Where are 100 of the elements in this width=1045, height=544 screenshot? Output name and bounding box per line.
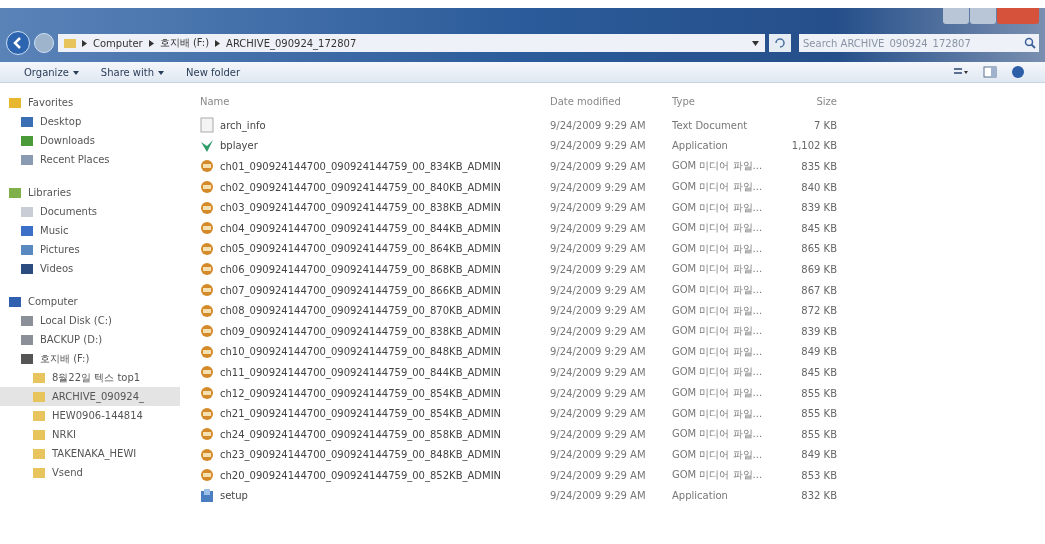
sidebar-item[interactable]: Computer bbox=[0, 292, 180, 311]
type-cell-text: GOM 미디어 파일... bbox=[672, 447, 764, 462]
search-field[interactable]: Search ARCHIVE_090924_172807 bbox=[799, 34, 1021, 52]
column-header[interactable]: Date modified bbox=[550, 95, 672, 107]
sidebar-item[interactable]: HEW0906-144814 bbox=[0, 406, 180, 425]
type-cell-text: GOM 미디어 파일... bbox=[672, 344, 764, 359]
size-cell-text: 855 KB bbox=[800, 428, 837, 440]
date-cell-text: 9/24/2009 9:29 AM bbox=[550, 181, 647, 193]
sidebar-item[interactable]: Music bbox=[0, 221, 180, 240]
file-name[interactable]: ch04_090924144700_090924144759_00_844KB_ADMIN bbox=[220, 222, 502, 234]
size-cell-text: 849 KB bbox=[800, 346, 837, 358]
sidebar-item[interactable]: Local Disk (C:) bbox=[0, 311, 180, 330]
file-name[interactable]: ch06_090924144700_090924144759_00_868KB_ADMIN bbox=[220, 263, 502, 275]
file-name[interactable]: ch01_090924144700_090924144759_00_834KB_ADMIN bbox=[220, 161, 502, 172]
date-cell-text: 9/24/2009 9:29 AM bbox=[550, 469, 647, 481]
type-cell-text: GOM 미디어 파일... bbox=[672, 406, 764, 421]
sidebar-item[interactable]: 호지배 (F:) bbox=[0, 349, 180, 368]
date-cell-text: 9/24/2009 9:29 AM bbox=[550, 428, 647, 440]
chevron-icon bbox=[82, 39, 87, 47]
file-name[interactable]: ch07_090924144700_090924144759_00_866KB_ADMIN bbox=[220, 284, 502, 296]
file-name[interactable]: ch08_090924144700_090924144759_00_870KB_ADMIN bbox=[220, 305, 502, 317]
breadcrumb[interactable]: Computer bbox=[93, 37, 143, 49]
toolbar-button[interactable]: Share with bbox=[96, 64, 169, 80]
sidebar-item[interactable]: BACKUP (D:) bbox=[0, 330, 180, 349]
size-cell-text: 832 KB bbox=[800, 490, 837, 502]
folder-icon bbox=[32, 447, 46, 460]
media-file-icon bbox=[200, 158, 214, 175]
column-header[interactable]: Type bbox=[672, 95, 782, 107]
breadcrumb[interactable]: ARCHIVE_090924_172807 bbox=[226, 37, 357, 49]
dropdown-arrow-icon[interactable] bbox=[752, 40, 759, 46]
type-cell-text: GOM 미디어 파일... bbox=[672, 159, 764, 174]
sidebar-item[interactable]: Videos bbox=[0, 259, 180, 278]
file-name[interactable]: ch05_090924144700_090924144759_00_864KB_ADMIN bbox=[220, 243, 502, 255]
preview-pane-icon[interactable] bbox=[983, 66, 997, 78]
toolbar-button[interactable]: Organize bbox=[20, 64, 83, 80]
back-button[interactable] bbox=[6, 31, 30, 55]
file-name[interactable]: bplayer bbox=[220, 140, 258, 152]
file-name[interactable]: ch02_090924144700_090924144759_00_840KB_ADMIN bbox=[220, 181, 502, 193]
search-icon[interactable] bbox=[1021, 34, 1039, 52]
chevron-icon bbox=[148, 39, 154, 47]
date-cell-text: 9/24/2009 9:29 AM bbox=[550, 387, 647, 399]
size-cell-text: 869 KB bbox=[800, 263, 837, 275]
file-name[interactable]: ch11_090924144700_090924144759_00_844KB_ADMIN bbox=[220, 366, 502, 378]
address-bar[interactable]: Computer 호지배 (F:) ARCHIVE_090924_172807 bbox=[58, 34, 765, 52]
size-cell-text: 855 KB bbox=[800, 408, 837, 420]
sidebar-item[interactable]: Libraries bbox=[0, 183, 180, 202]
sidebar-item[interactable]: Favorites bbox=[0, 93, 180, 112]
file-name[interactable]: ch21_090924144700_090924144759_00_854KB_ADMIN bbox=[220, 408, 502, 420]
size-cell-text: 1,102 KB bbox=[790, 140, 837, 152]
size-cell-text: 845 KB bbox=[800, 222, 837, 234]
media-file-icon bbox=[200, 240, 214, 257]
refresh-button[interactable] bbox=[769, 34, 791, 52]
forward-button[interactable] bbox=[34, 33, 54, 53]
folder-icon bbox=[32, 390, 46, 403]
file-name[interactable]: ch20_090924144700_090924144759_00_852KB_ADMIN bbox=[220, 469, 502, 481]
file-name[interactable]: ch03_090924144700_090924144759_00_838KB_ADMIN bbox=[220, 202, 502, 214]
date-cell-text: 9/24/2009 9:29 AM bbox=[550, 408, 647, 420]
column-header[interactable]: Name bbox=[200, 95, 550, 107]
size-cell-text: 835 KB bbox=[800, 161, 837, 172]
type-cell-text: GOM 미디어 파일... bbox=[672, 283, 764, 298]
date-cell-text: 9/24/2009 9:29 AM bbox=[550, 243, 647, 255]
column-header[interactable]: Size bbox=[782, 95, 837, 107]
file-name[interactable]: ch12_090924144700_090924144759_00_854KB_ADMIN bbox=[220, 387, 502, 399]
file-name[interactable]: ch23_090924144700_090924144759_00_848KB_ADMIN bbox=[220, 449, 502, 461]
sidebar-item[interactable]: Vsend bbox=[0, 463, 180, 482]
size-cell-text: 845 KB bbox=[800, 366, 837, 378]
caret-icon bbox=[158, 70, 165, 75]
folder-icon bbox=[32, 466, 46, 479]
type-cell-text: Application bbox=[672, 490, 729, 502]
file-name[interactable]: arch_info bbox=[220, 119, 266, 131]
sidebar-item[interactable]: 8월22일 텍스 top1 bbox=[0, 368, 180, 387]
date-cell-text: 9/24/2009 9:29 AM bbox=[550, 325, 647, 337]
date-cell-text: 9/24/2009 9:29 AM bbox=[550, 161, 647, 172]
breadcrumb[interactable]: 호지배 (F:) bbox=[159, 36, 210, 50]
sidebar-item[interactable]: NRKI bbox=[0, 425, 180, 444]
file-name[interactable]: ch10_090924144700_090924144759_00_848KB_ADMIN bbox=[220, 346, 502, 358]
media-file-icon bbox=[200, 385, 214, 401]
sidebar-item[interactable]: Documents bbox=[0, 202, 180, 221]
size-cell-text: 865 KB bbox=[800, 243, 837, 255]
sidebar-item[interactable]: Downloads bbox=[0, 131, 180, 150]
media-file-icon bbox=[200, 467, 214, 484]
sidebar-item[interactable]: Desktop bbox=[0, 112, 180, 131]
file-name[interactable]: ch09_090924144700_090924144759_00_838KB_ADMIN bbox=[220, 325, 502, 337]
size-cell-text: 867 KB bbox=[800, 284, 837, 296]
sidebar-item[interactable]: Pictures bbox=[0, 240, 180, 259]
type-cell-text: GOM 미디어 파일... bbox=[672, 365, 764, 380]
sidebar-item[interactable]: ARCHIVE_090924_ bbox=[0, 387, 180, 406]
sidebar-item[interactable]: Recent Places bbox=[0, 150, 180, 169]
size-cell-text: 840 KB bbox=[800, 181, 837, 193]
folder-icon bbox=[64, 37, 76, 49]
sidebar-item[interactable]: TAKENAKA_HEWI bbox=[0, 444, 180, 463]
document-icon bbox=[200, 117, 214, 134]
size-cell-text: 855 KB bbox=[800, 387, 837, 399]
date-cell-text: 9/24/2009 9:29 AM bbox=[550, 305, 647, 317]
media-file-icon bbox=[200, 405, 214, 422]
file-name[interactable]: ch24_090924144700_090924144759_00_858KB_ADMIN bbox=[220, 428, 502, 440]
file-name[interactable]: setup bbox=[220, 490, 248, 502]
media-file-icon bbox=[200, 302, 214, 319]
folder-icon bbox=[32, 428, 46, 441]
toolbar-button[interactable]: New folder bbox=[182, 64, 245, 80]
